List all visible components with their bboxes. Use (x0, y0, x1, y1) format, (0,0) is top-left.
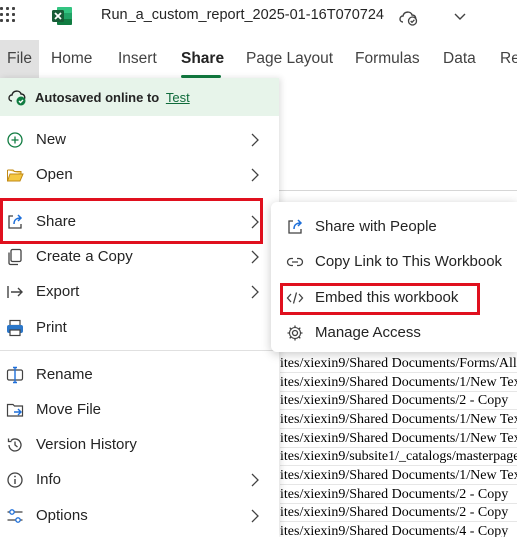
menu-item-open[interactable]: Open (0, 158, 279, 192)
document-title[interactable]: Run_a_custom_report_2025-01-16T070724 (101, 7, 384, 23)
rename-icon (6, 366, 24, 384)
menu-item-rename[interactable]: Rename (0, 358, 279, 392)
menu-label: Print (36, 319, 67, 336)
printer-icon (7, 319, 23, 337)
menu-label: Options (36, 507, 88, 524)
cell-url[interactable]: ites/xiexin9/Shared Documents/1/New Text (280, 373, 517, 392)
menu-item-new[interactable]: New (0, 123, 279, 157)
cell-url[interactable]: ites/xiexin9/Shared Documents/2 - Copy (280, 503, 517, 522)
menu-item-version-history[interactable]: Version History (0, 428, 279, 462)
tab-formulas[interactable]: Formulas (355, 40, 420, 78)
cloud-saved-icon[interactable] (398, 8, 420, 26)
folder-open-icon (7, 169, 24, 182)
share-submenu: Share with People Copy Link to This Work… (271, 202, 517, 352)
cell-url[interactable]: ites/xiexin9/Shared Documents/2 - Copy (280, 391, 517, 410)
cell-url[interactable]: ites/xiexin9/Shared Documents/Forms/AllI… (280, 354, 517, 373)
menu-item-create-copy[interactable]: Create a Copy (0, 240, 279, 274)
autosave-banner: Autosaved online to Test (0, 78, 279, 116)
autosave-status: Autosaved online to Test (35, 90, 190, 105)
menu-item-info[interactable]: Info (0, 463, 279, 497)
chevron-down-icon[interactable] (452, 8, 468, 24)
share-icon (288, 219, 303, 234)
menu-item-options[interactable]: Options (0, 499, 279, 533)
menu-label: Create a Copy (36, 248, 133, 265)
menu-label: Move File (36, 401, 102, 418)
submenu-item-manage-access[interactable]: Manage Access (271, 316, 517, 350)
menu-item-export[interactable]: Export (0, 275, 279, 309)
tab-page-layout[interactable]: Page Layout (246, 40, 333, 78)
share-highlight-box (0, 198, 263, 244)
tab-insert[interactable]: Insert (118, 40, 157, 78)
options-icon (7, 509, 23, 523)
tab-data[interactable]: Data (443, 40, 476, 78)
menu-label: Version History (36, 436, 137, 453)
title-bar: Run_a_custom_report_2025-01-16T070724 (0, 0, 517, 36)
submenu-item-copy-link[interactable]: Copy Link to This Workbook (271, 245, 517, 279)
gear-icon (287, 325, 303, 341)
menu-label: Info (36, 471, 62, 488)
export-icon (7, 286, 23, 298)
menu-item-move-file[interactable]: Move File (0, 393, 279, 427)
menu-divider (0, 350, 279, 351)
chevron-right-icon (251, 509, 259, 523)
info-icon (7, 472, 23, 488)
chevron-right-icon (251, 473, 259, 487)
file-menu: Autosaved online to Test New Open Share (0, 78, 279, 537)
submenu-item-share-with-people[interactable]: Share with People (271, 210, 517, 244)
tab-file[interactable]: File (0, 40, 39, 78)
autosave-location-link[interactable]: Test (166, 90, 190, 105)
link-icon (286, 257, 304, 267)
menu-label: Open (36, 166, 73, 183)
submenu-label: Copy Link to This Workbook (315, 253, 503, 270)
cell-url[interactable]: ites/xiexin9/subsite1/_catalogs/masterpa… (280, 447, 517, 466)
move-folder-icon (6, 403, 24, 417)
cell-url[interactable]: ites/xiexin9/Shared Documents/1/New Text (280, 466, 517, 485)
cell-url[interactable]: ites/xiexin9/Shared Documents/4 - Copy (280, 522, 517, 537)
plus-circle-icon (7, 132, 23, 148)
chevron-right-icon (251, 133, 259, 147)
copy-icon (8, 248, 22, 266)
menu-label: New (36, 131, 67, 148)
chevron-right-icon (251, 250, 259, 264)
menu-label: Rename (36, 366, 93, 383)
tab-share[interactable]: Share (181, 40, 224, 78)
submenu-label: Manage Access (315, 324, 421, 341)
history-icon (7, 438, 22, 452)
menu-item-print[interactable]: Print (0, 311, 279, 345)
excel-logo-icon (52, 7, 72, 25)
embed-highlight-box (280, 283, 480, 315)
tab-home[interactable]: Home (51, 40, 92, 78)
tab-review[interactable]: Re (500, 40, 517, 78)
ribbon-tabs: File Home Insert Share Page Layout Formu… (0, 40, 517, 78)
autosave-label: Autosaved online to (35, 90, 160, 105)
chevron-right-icon (251, 168, 259, 182)
cell-url[interactable]: ites/xiexin9/Shared Documents/1/New Text (280, 429, 517, 448)
cell-url[interactable]: ites/xiexin9/Shared Documents/1/New Text (280, 410, 517, 429)
chevron-right-icon (251, 285, 259, 299)
cell-url[interactable]: ites/xiexin9/Shared Documents/2 - Copy (280, 485, 517, 504)
menu-label: Export (36, 283, 80, 300)
app-launcher-icon[interactable] (0, 7, 18, 25)
submenu-label: Share with People (315, 218, 437, 235)
cloud-check-icon (8, 90, 26, 106)
